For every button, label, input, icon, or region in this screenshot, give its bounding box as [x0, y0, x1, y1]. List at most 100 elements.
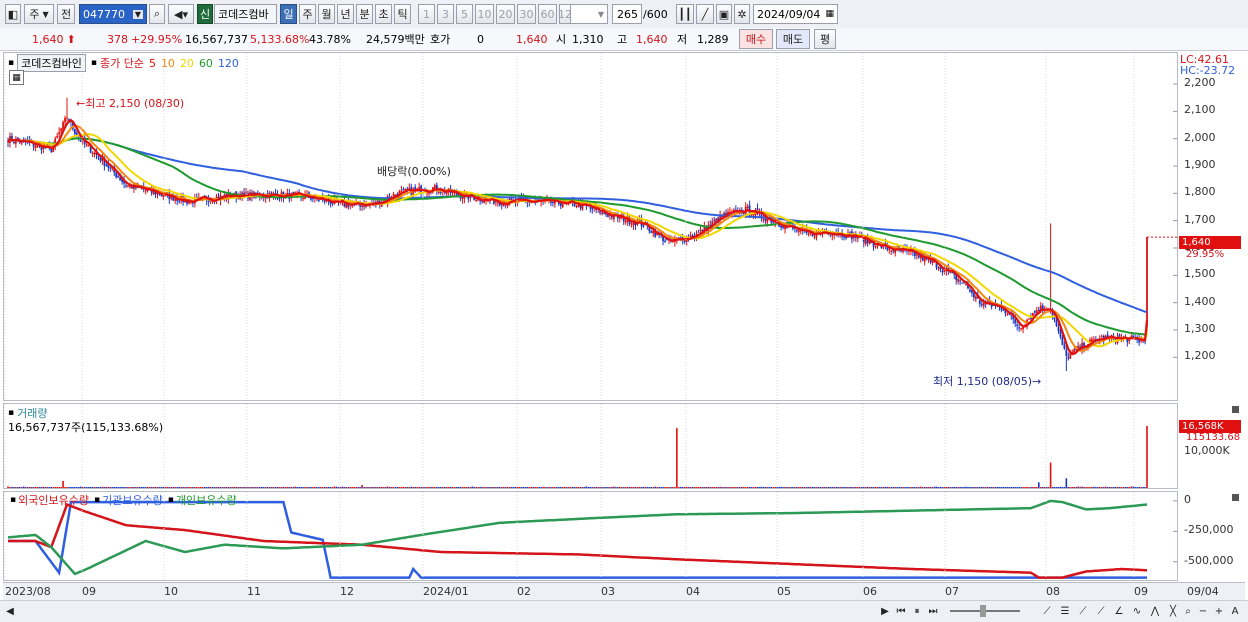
menu-icon[interactable]: ◧	[5, 4, 21, 24]
gear-icon[interactable]: ✲	[734, 4, 750, 24]
volume-bar	[642, 487, 645, 488]
high-annotation: ←최고 2,150 (08/30)	[76, 97, 185, 110]
date-input[interactable]: 2024/09/04 ▦	[753, 4, 838, 24]
volume-bar	[17, 486, 19, 488]
volume-bar	[536, 487, 538, 488]
volume-bar	[591, 487, 594, 488]
ma-legend-20[interactable]: 20	[180, 57, 194, 70]
zoom-in-icon[interactable]: +	[1212, 604, 1226, 618]
cross-tool-icon[interactable]: ╳	[1166, 604, 1180, 618]
ma-legend-120[interactable]: 120	[218, 57, 239, 70]
stock-code-input[interactable]: 047770 ▼	[79, 4, 147, 24]
fib-icon[interactable]: ☰	[1058, 604, 1072, 618]
scroll-right-icon[interactable]: ▶	[878, 604, 892, 618]
volume-bar	[282, 487, 285, 488]
zoom-search-icon[interactable]: ⌕	[1181, 604, 1195, 618]
price-tick: 1,700	[1184, 212, 1216, 226]
period-0-button[interactable]: 일	[280, 4, 297, 24]
holdings-legend-2[interactable]: 개인보유수량	[176, 492, 237, 508]
holdings-legend-1[interactable]: 기관보유수량	[102, 492, 163, 508]
interval-1-button[interactable]: 1	[418, 4, 435, 24]
period-6-button[interactable]: 틱	[394, 4, 411, 24]
volume-bar	[373, 487, 375, 488]
pause-icon[interactable]: ⏸	[910, 604, 924, 618]
volume-bar	[896, 487, 898, 488]
holdings-legend-0[interactable]: 외국인보유수량	[18, 492, 89, 508]
zoom-out-icon[interactable]: −	[1196, 604, 1210, 618]
ma-legend-10[interactable]: 10	[161, 57, 175, 70]
period-4-button[interactable]: 분	[356, 4, 373, 24]
interval-10-button[interactable]: 10	[475, 4, 494, 24]
chart-type-icon[interactable]: ┃┃	[676, 4, 694, 24]
candle-body	[437, 192, 440, 194]
period-type-select[interactable]: 주 ▼	[24, 4, 54, 24]
pattern-tool-icon[interactable]: ⋀	[1148, 604, 1162, 618]
period-1-button[interactable]: 주	[299, 4, 316, 24]
ma-legend-5[interactable]: 5	[149, 57, 156, 70]
chevron-down-icon[interactable]: ▼	[598, 10, 604, 19]
close-icon[interactable]	[1232, 406, 1239, 413]
volume-bar	[188, 487, 190, 488]
candle-body	[713, 219, 716, 221]
ray-tool-icon[interactable]: ⟋	[1094, 604, 1108, 618]
eval-button[interactable]: 평	[814, 29, 836, 49]
chevron-down-icon[interactable]: ▼	[132, 9, 143, 19]
scroll-left-icon[interactable]: ◀	[3, 604, 17, 618]
font-size-icon[interactable]: A	[1228, 604, 1242, 618]
prev-button[interactable]: 전	[57, 4, 75, 24]
draw-tool-icon[interactable]: ╱	[696, 4, 714, 24]
angle-tool-icon[interactable]: ∠	[1112, 604, 1126, 618]
volume-bar	[1110, 487, 1113, 488]
candle-body	[127, 185, 129, 187]
interval-3-button[interactable]: 3	[437, 4, 454, 24]
volume-chart[interactable]	[4, 404, 1177, 488]
candle-body	[461, 197, 464, 199]
wave-tool-icon[interactable]: ∿	[1130, 604, 1144, 618]
x-label: 10	[164, 585, 178, 598]
price-chart-panel[interactable]: ▪ 코데즈컴바인 ▪ 종가 단순 5 10 20 60 120 ▦ ←최고 2,150 …	[3, 52, 1178, 401]
buy-button[interactable]: 매수	[739, 29, 773, 49]
custom-interval-input[interactable]: ▼	[570, 4, 608, 24]
volume-bar	[164, 487, 167, 488]
line-tool-icon[interactable]: ⟋	[1076, 604, 1090, 618]
candle-body	[1061, 337, 1064, 346]
volume-bar	[916, 487, 918, 488]
period-5-button[interactable]: 초	[375, 4, 392, 24]
volume-bar	[495, 487, 497, 488]
volume-bar	[699, 487, 702, 488]
volume-bar	[133, 487, 135, 488]
period-3-button[interactable]: 년	[337, 4, 354, 24]
volume-bar	[790, 487, 792, 488]
volume-bar	[634, 487, 637, 488]
volume-readout: 16,567,737주(115,133.68%)	[8, 421, 164, 434]
new-badge[interactable]: 신	[197, 4, 213, 24]
scroll-bar[interactable]: ◀ ▶ ⏮ ⏸ ⏭ ⟋ ☰ ⟋ ⟋ ∠ ∿ ⋀ ╳ ⌕ − + A	[0, 600, 1248, 622]
volume-bar	[203, 487, 206, 488]
save-icon[interactable]: ▣	[716, 4, 732, 24]
holdings-panel[interactable]: ▪ 외국인보유수량 ▪ 기관보유수량 ▪ 개인보유수량	[3, 491, 1178, 581]
speaker-icon[interactable]: ◀▾	[168, 4, 194, 24]
zoom-slider-handle[interactable]	[980, 605, 986, 617]
interval-5-button[interactable]: 5	[456, 4, 473, 24]
period-2-button[interactable]: 월	[318, 4, 335, 24]
first-page-icon[interactable]: ⏮	[894, 604, 908, 618]
interval-30-button[interactable]: 30	[517, 4, 536, 24]
count-input[interactable]: 265	[612, 4, 642, 24]
volume-panel[interactable]: ▪ 거래량 16,567,737주(115,133.68%)	[3, 403, 1178, 489]
close-icon[interactable]	[1232, 494, 1239, 501]
table-icon[interactable]: ▦	[9, 70, 24, 85]
ma-legend-60[interactable]: 60	[199, 57, 213, 70]
date-value: 2024/09/04	[757, 7, 821, 21]
interval-20-button[interactable]: 20	[496, 4, 515, 24]
calendar-icon[interactable]: ▦	[825, 9, 834, 19]
sell-button[interactable]: 매도	[776, 29, 810, 49]
volume-bar	[78, 487, 80, 488]
last-page-icon[interactable]: ⏭	[926, 604, 940, 618]
volume-bar	[550, 487, 552, 488]
stock-name-label[interactable]: 코데즈컴바인	[17, 54, 86, 72]
candle-body	[980, 304, 983, 306]
interval-60-button[interactable]: 60	[538, 4, 557, 24]
search-icon[interactable]: ⌕	[149, 4, 165, 24]
volume-bar	[211, 487, 214, 488]
trend-line-icon[interactable]: ⟋	[1040, 604, 1054, 618]
